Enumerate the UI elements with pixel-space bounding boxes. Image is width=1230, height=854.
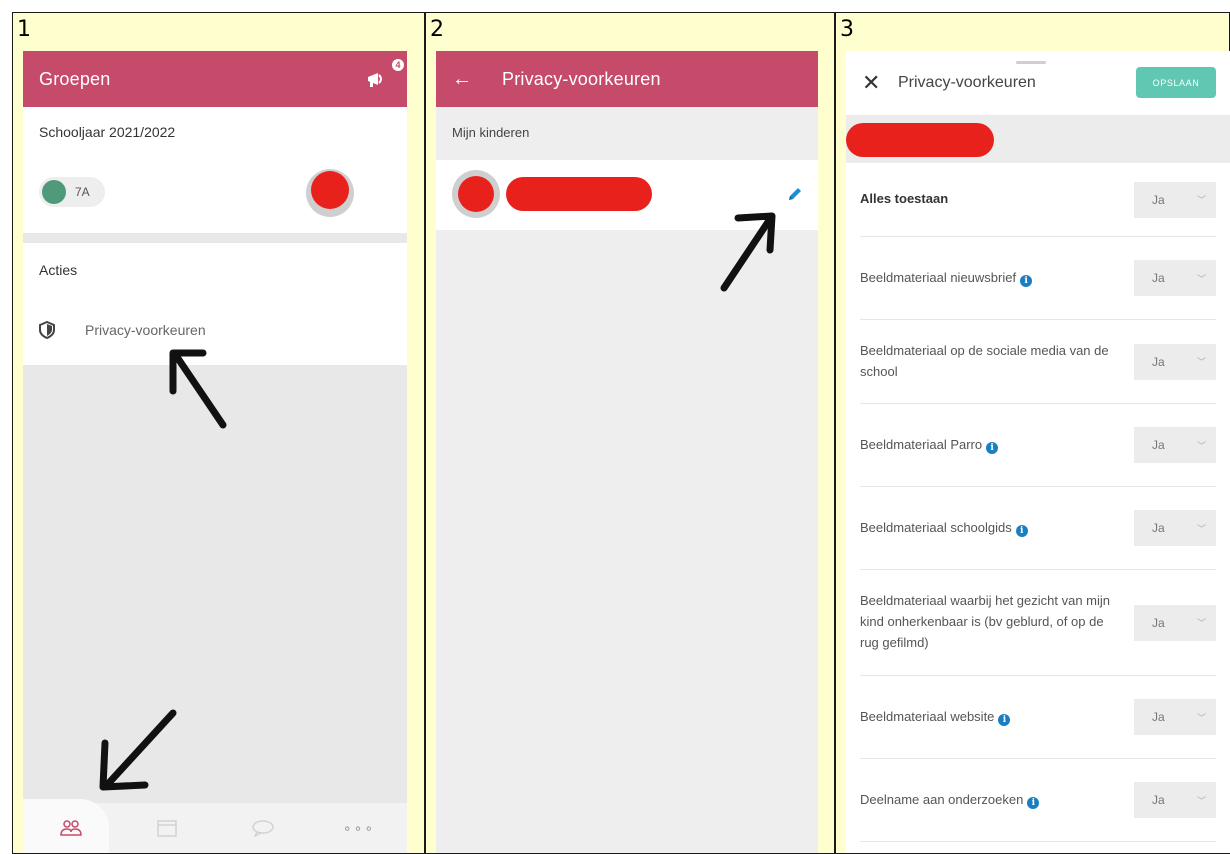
- step-number: 2: [430, 17, 444, 42]
- info-icon[interactable]: i: [1020, 274, 1033, 287]
- preference-label: Beeldmateriaal Parro i: [860, 435, 999, 456]
- avatar: [452, 170, 500, 218]
- info-icon[interactable]: i: [998, 713, 1011, 726]
- notification-badge: 4: [392, 59, 404, 71]
- phone-screen-privacy-list: ← Privacy-voorkeuren Mijn kinderen: [436, 51, 818, 853]
- preference-label: Deelname aan onderzoeken i: [860, 790, 1040, 811]
- tab-groups[interactable]: [23, 799, 119, 853]
- preference-row: Beeldmateriaal waarbij het gezicht van m…: [860, 570, 1216, 676]
- preference-select[interactable]: Ja ﹀: [1134, 782, 1216, 818]
- step-number: 3: [840, 17, 854, 42]
- tab-calendar[interactable]: [119, 803, 215, 853]
- step-number: 1: [17, 17, 31, 42]
- info-icon[interactable]: i: [1027, 796, 1040, 809]
- preference-list: Alles toestaan Ja ﹀ Beeldmateriaal nieuws…: [846, 163, 1230, 842]
- chevron-down-icon: ﹀: [1196, 712, 1206, 723]
- preference-label: Beeldmateriaal waarbij het gezicht van m…: [860, 593, 1111, 650]
- step-cell-3: 3 ✕ Privacy-voorkeuren OPSLAAN Alles toe…: [835, 12, 1230, 854]
- preference-label: Beeldmateriaal nieuwsbrief i: [860, 268, 1033, 289]
- info-icon[interactable]: i: [986, 441, 999, 454]
- school-year-label: Schooljaar 2021/2022: [39, 124, 176, 140]
- group-color-dot: [42, 180, 66, 204]
- chevron-down-icon: ﹀: [1196, 523, 1206, 534]
- chevron-down-icon: ﹀: [1196, 195, 1206, 205]
- preference-select[interactable]: Ja ﹀: [1134, 510, 1216, 546]
- redaction-mark: [506, 177, 652, 211]
- redaction-mark: [458, 176, 494, 212]
- info-icon[interactable]: i: [1015, 524, 1028, 537]
- chevron-down-icon: ﹀: [1196, 357, 1206, 367]
- chevron-down-icon: ﹀: [1196, 795, 1206, 806]
- chevron-down-icon: ﹀: [1196, 440, 1206, 451]
- megaphone-icon[interactable]: [365, 66, 391, 92]
- phone-screen-privacy-settings: ✕ Privacy-voorkeuren OPSLAAN Alles toest…: [846, 51, 1230, 853]
- page-title: Groepen: [39, 68, 111, 89]
- back-arrow-icon[interactable]: ←: [452, 68, 472, 91]
- preference-row: Deelname aan onderzoeken i Ja ﹀: [860, 759, 1216, 842]
- pencil-icon[interactable]: [786, 185, 804, 203]
- preference-select[interactable]: Ja ﹀: [1134, 181, 1216, 218]
- calendar-icon: [157, 820, 177, 837]
- app-header: Groepen 4: [23, 51, 407, 107]
- school-year-card: Schooljaar 2021/2022 7A: [23, 107, 407, 233]
- annotation-arrow-up-right: [720, 212, 776, 292]
- bottom-navigation: ∘∘∘: [23, 799, 407, 853]
- preference-row: Beeldmateriaal schoolgids i Ja ﹀: [860, 487, 1216, 570]
- preference-select[interactable]: Ja ﹀: [1134, 604, 1216, 641]
- actions-heading: Acties: [39, 262, 78, 278]
- preference-select[interactable]: Ja ﹀: [1134, 260, 1216, 296]
- preference-select[interactable]: Ja ﹀: [1134, 427, 1216, 463]
- save-button[interactable]: OPSLAAN: [1136, 67, 1216, 98]
- preference-row: Beeldmateriaal Parro i Ja ﹀: [860, 404, 1216, 487]
- step-cell-1: 1 Groepen 4 Schooljaar 2021/2022 7A Acti…: [12, 12, 425, 854]
- section-heading: Mijn kinderen: [452, 125, 530, 140]
- more-icon: ∘∘∘: [342, 819, 376, 836]
- avatar[interactable]: [306, 169, 354, 217]
- group-chip-label: 7A: [75, 185, 90, 199]
- preference-label: Beeldmateriaal schoolgids i: [860, 518, 1028, 539]
- preference-label: Alles toestaan: [860, 191, 949, 207]
- preference-row: Beeldmateriaal website i Ja ﹀: [860, 676, 1216, 759]
- phone-screen-groepen: Groepen 4 Schooljaar 2021/2022 7A Acties: [23, 51, 407, 853]
- preference-label: Beeldmateriaal website i: [860, 707, 1011, 728]
- privacy-preferences-label: Privacy-voorkeuren: [85, 322, 206, 338]
- chat-icon: [252, 820, 274, 837]
- preference-select[interactable]: Ja ﹀: [1134, 699, 1216, 735]
- child-name-bar: [846, 115, 1230, 163]
- redaction-mark: [311, 171, 349, 209]
- shield-icon: [39, 321, 55, 339]
- preference-label: Beeldmateriaal op de sociale media van d…: [860, 342, 1109, 379]
- tab-chat[interactable]: [215, 803, 311, 853]
- sheet-title: Privacy-voorkeuren: [898, 74, 1036, 91]
- app-header: ← Privacy-voorkeuren: [436, 51, 818, 107]
- preference-select[interactable]: Ja ﹀: [1134, 343, 1216, 380]
- step-cell-2: 2 ← Privacy-voorkeuren Mijn kinderen: [425, 12, 835, 854]
- groups-icon: [60, 820, 82, 836]
- annotation-arrow-up-left: [169, 349, 227, 429]
- close-icon[interactable]: ✕: [862, 70, 884, 96]
- group-chip[interactable]: 7A: [39, 177, 105, 207]
- sheet-grabber[interactable]: [1016, 61, 1046, 64]
- redaction-mark: [846, 123, 994, 157]
- privacy-preferences-item[interactable]: Privacy-voorkeuren: [39, 321, 206, 339]
- tab-more[interactable]: ∘∘∘: [311, 803, 407, 853]
- page-title: Privacy-voorkeuren: [502, 68, 661, 89]
- chevron-down-icon: ﹀: [1196, 618, 1206, 628]
- sheet-header: ✕ Privacy-voorkeuren OPSLAAN: [846, 51, 1230, 115]
- preference-row: Beeldmateriaal nieuwsbrief i Ja ﹀: [860, 237, 1216, 320]
- chevron-down-icon: ﹀: [1196, 273, 1206, 284]
- preference-row: Alles toestaan Ja ﹀: [860, 163, 1216, 237]
- annotation-arrow-down-left: [99, 709, 177, 791]
- preference-row: Beeldmateriaal op de sociale media van d…: [860, 320, 1216, 404]
